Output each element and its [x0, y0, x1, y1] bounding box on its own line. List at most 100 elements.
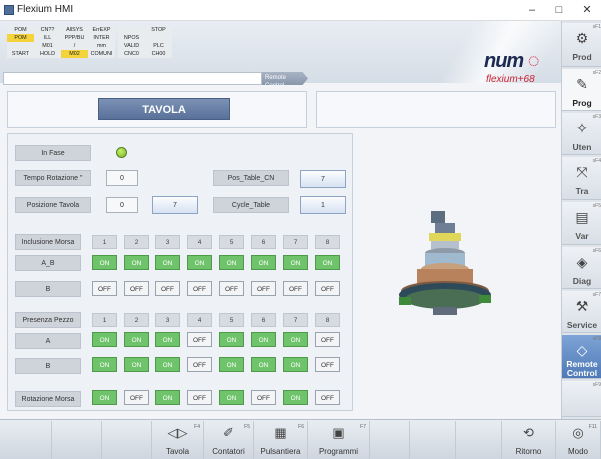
sidebar: ⚙ Prod sF1 ✎ Prog sF2 ✧ Uten sF3 ⤧ Tra sF4 ▤ Var sF5 ◈ D… [561, 21, 601, 419]
presenza-b-toggle-1[interactable]: ON [92, 357, 117, 372]
ab-toggle-6[interactable]: ON [251, 255, 276, 270]
pulsantiera-icon: ▦ [274, 425, 287, 440]
status-cell: AllSYS [61, 26, 88, 34]
b-toggle-5[interactable]: OFF [219, 281, 244, 296]
sidebar-item-remote-control[interactable]: ◇ Remote Control sF8 [562, 335, 601, 379]
function-key-bar: ◁▷ Tavola F4 ✐ Contatori F5 ▦ Pulsantiera F6 ▣ Pro… [0, 419, 601, 459]
fkey-label: Contatori [212, 447, 245, 456]
sidebar-item-uten[interactable]: ✧ Uten sF3 [562, 113, 601, 155]
message-bar [3, 72, 262, 85]
breadcrumb[interactable]: Remote Control [262, 72, 308, 85]
presenza-b-toggle-4[interactable]: OFF [187, 357, 212, 372]
sidebar-item-label: Uten [572, 142, 592, 152]
fkey-contatori[interactable]: ✐ Contatori F5 [204, 421, 254, 459]
b-toggle-8[interactable]: OFF [315, 281, 340, 296]
rotazione-toggle-7[interactable]: ON [283, 390, 308, 405]
status-cell: PPP/BU [61, 34, 88, 42]
empty-icon [117, 425, 137, 441]
column-number: 7 [283, 235, 308, 249]
a-label: A [15, 333, 81, 349]
ab-toggle-4[interactable]: ON [187, 255, 212, 270]
ab-toggle-5[interactable]: ON [219, 255, 244, 270]
empty-icon [67, 425, 87, 441]
rotazione-toggle-3[interactable]: ON [155, 390, 180, 405]
service-icon: ⚒ [575, 298, 589, 314]
column-number: 4 [187, 235, 212, 249]
presenza-a-toggle-5[interactable]: ON [219, 332, 244, 347]
status-cell: PLC [145, 42, 172, 50]
rotazione-toggle-4[interactable]: OFF [187, 390, 212, 405]
presenza-a-toggle-3[interactable]: ON [155, 332, 180, 347]
tempo-rotazione-label: Tempo Rotazione " [15, 170, 91, 186]
minimize-button[interactable]: – [519, 2, 545, 18]
fkey-tavola[interactable]: ◁▷ Tavola F4 [152, 421, 204, 459]
empty-icon [423, 425, 443, 441]
presenza-b-toggle-8[interactable]: OFF [315, 357, 340, 372]
sidebar-item-var[interactable]: ▤ Var sF5 [562, 202, 601, 245]
presenza-a-toggle-6[interactable]: ON [251, 332, 276, 347]
page-title: TAVOLA [98, 98, 230, 120]
sidebar-item-prod[interactable]: ⚙ Prod sF1 [562, 23, 601, 67]
fkey-number: F11 [588, 424, 597, 430]
presenza-a-toggle-1[interactable]: ON [92, 332, 117, 347]
presenza-b-toggle-7[interactable]: ON [283, 357, 308, 372]
fkey-empty-2[interactable] [102, 421, 152, 459]
empty-icon [17, 425, 37, 441]
fkey-label: Modo [567, 447, 588, 456]
rotazione-toggle-2[interactable]: OFF [124, 390, 149, 405]
rotary-table-image [399, 211, 491, 315]
close-button[interactable]: ✕ [574, 2, 600, 18]
b-toggle-3[interactable]: OFF [155, 281, 180, 296]
presenza-a-toggle-8[interactable]: OFF [315, 332, 340, 347]
presenza-b-toggle-3[interactable]: ON [155, 357, 180, 372]
sidebar-item-tra[interactable]: ⤧ Tra sF4 [562, 157, 601, 200]
logo-text: num [484, 50, 524, 72]
sidebar-item-diag[interactable]: ◈ Diag sF6 [562, 247, 601, 289]
b-toggle-1[interactable]: OFF [92, 281, 117, 296]
presenza-a-toggle-2[interactable]: ON [124, 332, 149, 347]
presenza-a-toggle-4[interactable]: OFF [187, 332, 212, 347]
presenza-b-toggle-6[interactable]: ON [251, 357, 276, 372]
shift-key-label: sF7 [592, 292, 601, 298]
sidebar-item-empty[interactable]: sF9 [562, 381, 601, 417]
column-number: 2 [124, 313, 149, 327]
sidebar-item-prog[interactable]: ✎ Prog sF2 [562, 69, 601, 111]
rotazione-toggle-5[interactable]: ON [219, 390, 244, 405]
status-cell: CH00 [145, 50, 172, 58]
ab-toggle-2[interactable]: ON [124, 255, 149, 270]
b-toggle-7[interactable]: OFF [283, 281, 308, 296]
b-toggle-6[interactable]: OFF [251, 281, 276, 296]
hmi-window: Flexium HMI – □ ✕ POM CN?? AllSYS ErrEXP STO… [0, 0, 601, 459]
rotazione-toggle-8[interactable]: OFF [315, 390, 340, 405]
pos-table-cn-value[interactable]: 7 [300, 170, 346, 188]
ab-toggle-7[interactable]: ON [283, 255, 308, 270]
fkey-pulsantiera[interactable]: ▦ Pulsantiera F6 [254, 421, 308, 459]
fkey-programmi[interactable]: ▣ Programmi F7 [308, 421, 370, 459]
ab-toggle-1[interactable]: ON [92, 255, 117, 270]
fkey-modo[interactable]: ◎ Modo F11 [556, 421, 601, 459]
fkey-ritorno[interactable]: ⟲ Ritorno [502, 421, 556, 459]
fkey-empty-1[interactable] [52, 421, 102, 459]
num-logo: num ◌ [484, 50, 540, 72]
presenza-b-toggle-5[interactable]: ON [219, 357, 244, 372]
b-toggle-2[interactable]: OFF [124, 281, 149, 296]
presenza-a-toggle-7[interactable]: ON [283, 332, 308, 347]
sidebar-item-service[interactable]: ⚒ Service sF7 [562, 291, 601, 333]
maximize-button[interactable]: □ [546, 2, 572, 18]
fkey-empty-7[interactable] [370, 421, 410, 459]
fkey-empty-8[interactable] [410, 421, 456, 459]
rotazione-toggle-1[interactable]: ON [92, 390, 117, 405]
cycle-table-value[interactable]: 1 [300, 196, 346, 214]
b-toggle-4[interactable]: OFF [187, 281, 212, 296]
posizione-tavola-button[interactable]: 7 [152, 196, 198, 214]
presenza-b-toggle-2[interactable]: ON [124, 357, 149, 372]
status-cell: INTER [88, 34, 115, 42]
fkey-number: F7 [360, 424, 366, 430]
status-cell [145, 34, 172, 42]
fkey-empty-9[interactable] [456, 421, 502, 459]
ab-toggle-8[interactable]: ON [315, 255, 340, 270]
sidebar-item-label: Prog [572, 98, 592, 108]
ab-toggle-3[interactable]: ON [155, 255, 180, 270]
fkey-empty-0[interactable] [2, 421, 52, 459]
rotazione-toggle-6[interactable]: OFF [251, 390, 276, 405]
